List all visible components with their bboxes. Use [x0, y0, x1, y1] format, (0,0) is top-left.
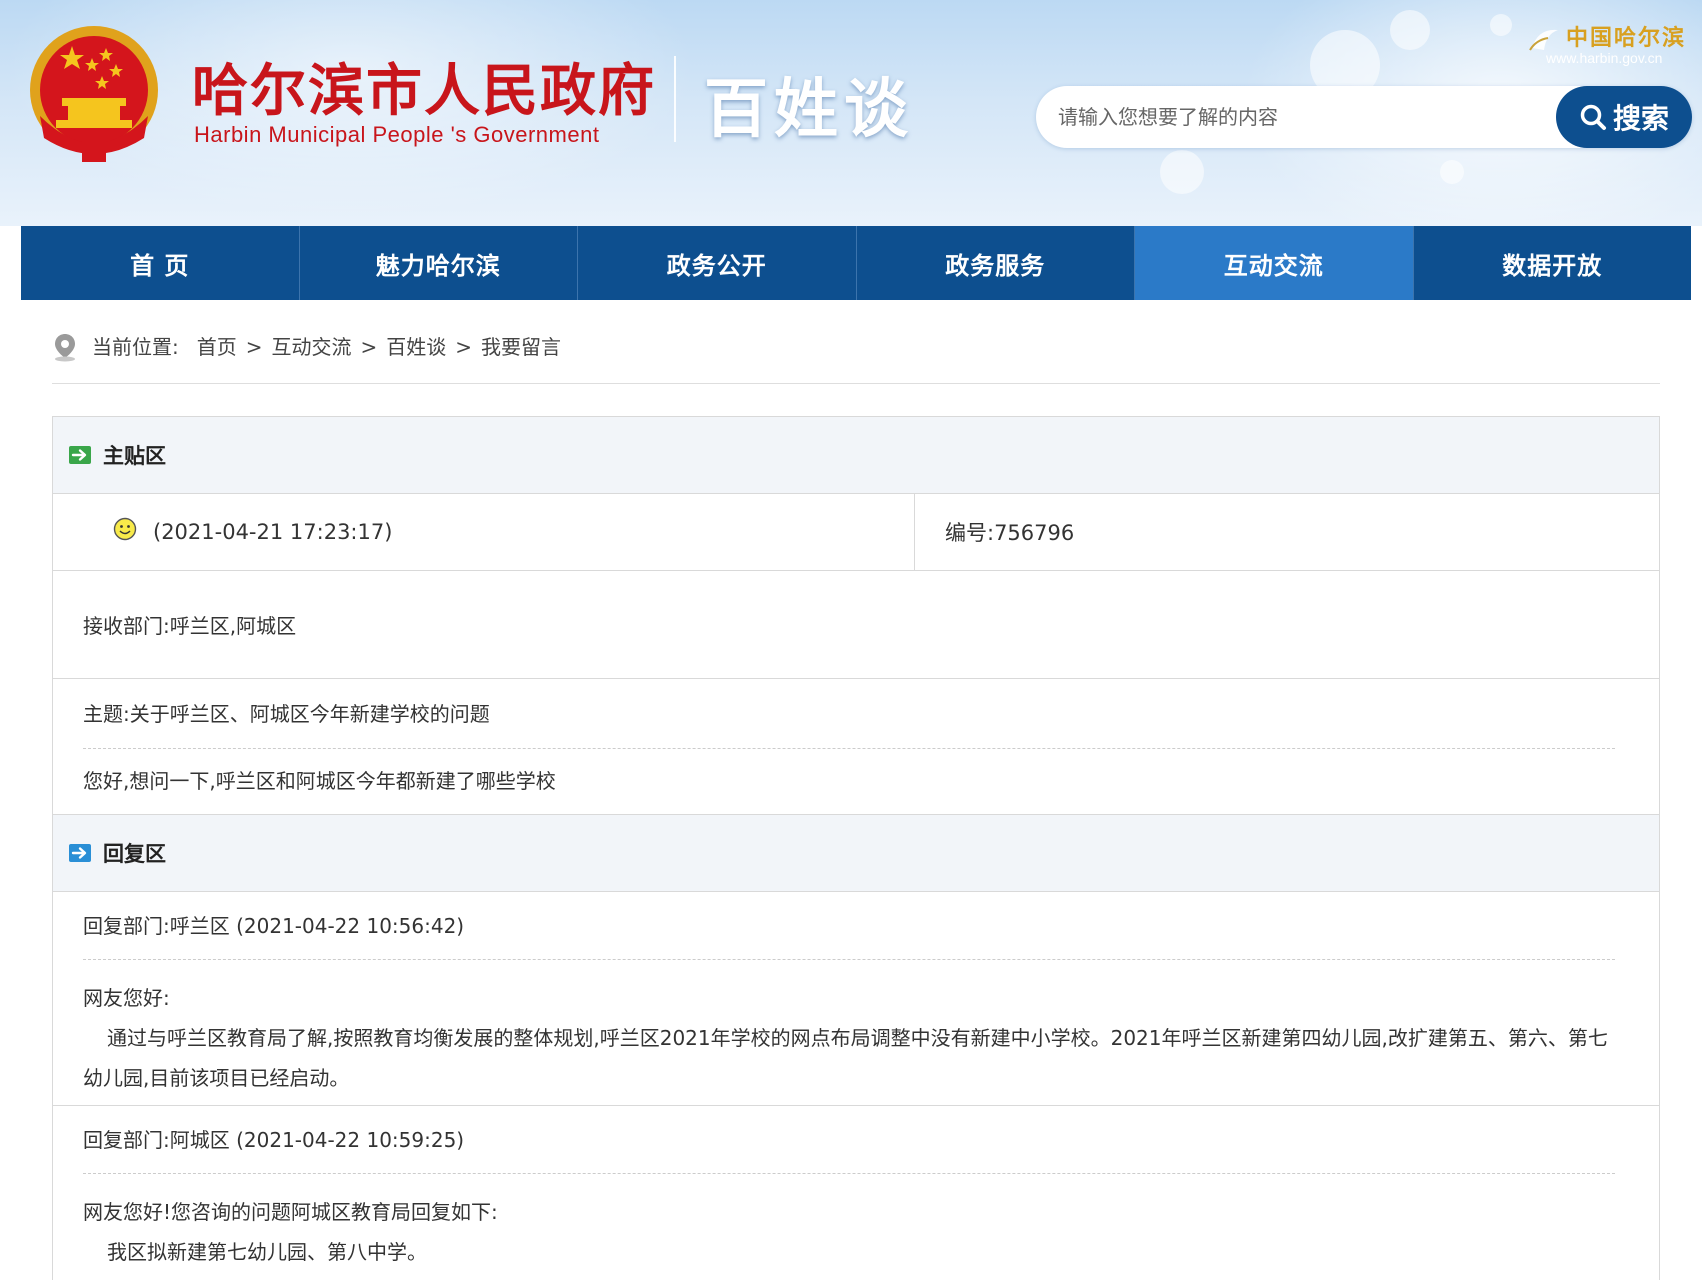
- message-panel: 主贴区 (2021-04-21 17:23:17) 编号:756796 接收部门…: [52, 416, 1660, 1280]
- reply-section-title: 回复区: [103, 842, 166, 866]
- main-post-title: 主贴区: [103, 444, 166, 468]
- site-header: 哈尔滨市人民政府 Harbin Municipal People 's Gove…: [0, 0, 1702, 226]
- post-timestamp: (2021-04-21 17:23:17): [153, 520, 393, 544]
- reply-meta: 回复部门:呼兰区 (2021-04-22 10:56:42): [83, 892, 1615, 960]
- smiley-icon: [113, 517, 137, 541]
- reply-greeting: 网友您好:: [83, 986, 170, 1010]
- search-button[interactable]: 搜索: [1556, 86, 1692, 148]
- nav-item-interaction[interactable]: 互动交流: [1135, 226, 1414, 300]
- post-department: 接收部门:呼兰区,阿城区: [83, 614, 297, 638]
- reply-body: 我区拟新建第七幼儿园、第八中学。: [107, 1240, 427, 1264]
- breadcrumb-label: 当前位置:: [92, 335, 179, 359]
- location-pin-icon: [55, 334, 75, 362]
- search-icon: [1580, 104, 1606, 130]
- breadcrumb-separator: >: [455, 335, 473, 359]
- reply-text: 网友您好: 通过与呼兰区教育局了解,按照教育均衡发展的整体规划,呼兰区2021年…: [83, 960, 1615, 1098]
- search-input[interactable]: [1058, 86, 1558, 148]
- breadcrumb: 当前位置: 首页 > 互动交流 > 百姓谈 > 我要留言: [52, 330, 1660, 384]
- decorative-bubble: [1160, 150, 1204, 194]
- breadcrumb-separator: >: [245, 335, 263, 359]
- blue-arrow-icon: [69, 844, 91, 862]
- post-subject: 主题:关于呼兰区、阿城区今年新建学校的问题: [83, 679, 1615, 749]
- green-arrow-icon: [69, 446, 91, 464]
- decorative-bubble: [1390, 10, 1430, 50]
- section-title: 百姓谈: [704, 72, 914, 147]
- main-nav: 首 页 魅力哈尔滨 政务公开 政务服务 互动交流 数据开放: [21, 226, 1691, 300]
- breadcrumb-interaction[interactable]: 互动交流: [272, 330, 352, 364]
- search-box: 搜索: [1036, 86, 1692, 148]
- reply-item: 回复部门:阿城区 (2021-04-22 10:59:25) 网友您好!您咨询的…: [53, 1106, 1659, 1280]
- post-department-row: 接收部门:呼兰区,阿城区: [53, 571, 1659, 679]
- breadcrumb-baixingtan[interactable]: 百姓谈: [386, 330, 446, 364]
- post-time-cell: (2021-04-21 17:23:17): [53, 494, 915, 570]
- breadcrumb-leave-message[interactable]: 我要留言: [481, 330, 561, 364]
- title-divider: [674, 56, 676, 142]
- breadcrumb-home[interactable]: 首页: [197, 330, 237, 364]
- site-subtitle: Harbin Municipal People 's Government: [194, 122, 600, 147]
- reply-section-header: 回复区: [53, 815, 1659, 892]
- site-title: 哈尔滨市人民政府: [192, 58, 656, 124]
- reply-greeting: 网友您好!您咨询的问题阿城区教育局回复如下:: [83, 1200, 498, 1224]
- main-post-header: 主贴区: [53, 417, 1659, 494]
- post-meta-row: (2021-04-21 17:23:17) 编号:756796: [53, 494, 1659, 571]
- reply-text: 网友您好!您咨询的问题阿城区教育局回复如下: 我区拟新建第七幼儿园、第八中学。: [83, 1174, 1615, 1272]
- search-button-label: 搜索: [1612, 102, 1669, 135]
- reply-body: 通过与呼兰区教育局了解,按照教育均衡发展的整体规划,呼兰区2021年学校的网点布…: [83, 1026, 1608, 1090]
- nav-item-gov-affairs-open[interactable]: 政务公开: [578, 226, 857, 300]
- decorative-bubble: [1490, 14, 1512, 36]
- reply-item: 回复部门:呼兰区 (2021-04-22 10:56:42) 网友您好: 通过与…: [53, 892, 1659, 1106]
- breadcrumb-separator: >: [360, 335, 378, 359]
- gov-logo-url: www.harbin.gov.cn: [1546, 50, 1663, 66]
- post-number-cell: 编号:756796: [915, 494, 1659, 570]
- nav-item-gov-services[interactable]: 政务服务: [857, 226, 1135, 300]
- nav-item-charming-harbin[interactable]: 魅力哈尔滨: [300, 226, 578, 300]
- gov-portal-logo[interactable]: 中国哈尔滨 www.harbin.gov.cn: [1524, 16, 1694, 72]
- gov-logo-text: 中国哈尔滨: [1566, 25, 1687, 51]
- nav-item-home[interactable]: 首 页: [21, 226, 300, 300]
- post-number: 编号:756796: [945, 521, 1075, 545]
- nav-item-open-data[interactable]: 数据开放: [1414, 226, 1692, 300]
- reply-meta: 回复部门:阿城区 (2021-04-22 10:59:25): [83, 1106, 1615, 1174]
- decorative-bubble: [1440, 160, 1464, 184]
- post-content-row: 主题:关于呼兰区、阿城区今年新建学校的问题 您好,想问一下,呼兰区和阿城区今年都…: [53, 679, 1659, 815]
- national-emblem-icon: [30, 26, 158, 162]
- post-body: 您好,想问一下,呼兰区和阿城区今年都新建了哪些学校: [83, 769, 556, 793]
